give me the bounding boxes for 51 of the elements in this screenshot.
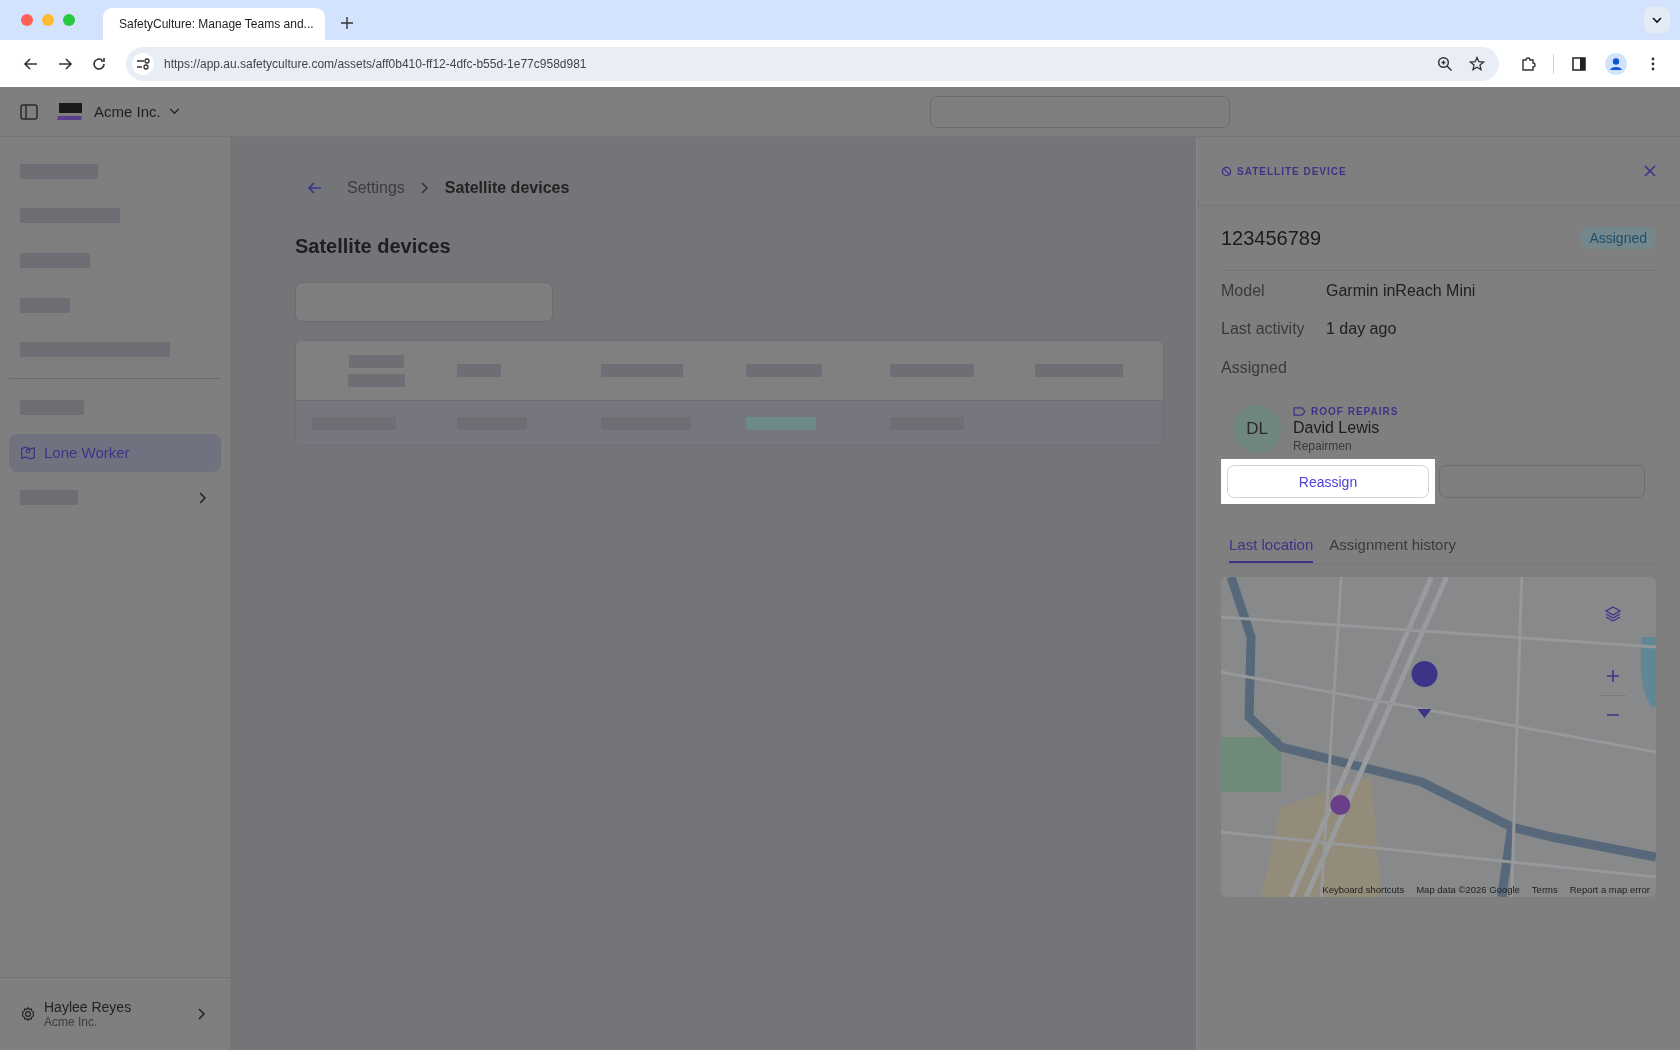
close-icon[interactable]	[1644, 165, 1656, 177]
logo-icon	[56, 100, 84, 123]
maximize-window-dot[interactable]	[63, 14, 75, 26]
zoom-in-icon[interactable]	[1606, 668, 1620, 683]
profile-icon[interactable]	[1605, 52, 1627, 75]
page-title: Satellite devices	[295, 235, 452, 258]
side-panel-icon[interactable]	[1571, 55, 1587, 72]
caret-icon	[168, 108, 180, 115]
address-bar[interactable]: https://app.au.safetyculture.com/assets/aff0b410-ff12-4dfc-b55d-1e77c958d981	[126, 46, 1499, 81]
site-settings-icon[interactable]	[132, 52, 154, 75]
reload-icon[interactable]	[91, 55, 107, 72]
map-footer-link[interactable]: Terms	[1531, 884, 1558, 895]
minimize-window-dot[interactable]	[42, 14, 54, 26]
assignee-name: David Lewis	[1293, 418, 1381, 437]
extensions-icon[interactable]	[1520, 55, 1536, 72]
tab[interactable]: Assignment history	[1329, 536, 1456, 563]
status-badge: Assigned	[1580, 227, 1656, 249]
user-menu[interactable]: Haylee Reyes Acme Inc.	[0, 977, 230, 1050]
browser-tab[interactable]: SafetyCulture: Manage Teams and...	[103, 8, 325, 40]
breadcrumb-link[interactable]: Settings	[347, 179, 405, 197]
tab-search-icon[interactable]	[1644, 7, 1670, 33]
panel-kicker: SATELLITE DEVICE	[1221, 165, 1347, 177]
sidebar-toggle-icon[interactable]	[20, 103, 38, 120]
forward-icon[interactable]	[57, 55, 73, 72]
field-label: Last activity	[1221, 320, 1306, 338]
close-window-dot[interactable]	[21, 14, 33, 26]
map-pin-icon	[20, 444, 36, 461]
map-footer-link[interactable]: Report a map error	[1569, 884, 1650, 895]
field-value: Garmin inReach Mini	[1326, 282, 1476, 300]
back-icon[interactable]	[23, 55, 39, 72]
new-tab-icon[interactable]	[341, 17, 353, 29]
device-id: 123456789	[1221, 226, 1322, 250]
group-label: ROOF REPAIRS	[1293, 405, 1399, 417]
chevron-right-icon	[420, 182, 429, 194]
avatar: DL	[1233, 405, 1281, 453]
layers-icon	[1603, 604, 1623, 624]
chevron-right-icon	[198, 1008, 206, 1020]
field-label: Model	[1221, 282, 1266, 300]
chevron-right-icon[interactable]	[199, 491, 207, 504]
tag-icon	[1293, 406, 1306, 416]
settings-icon	[20, 1006, 36, 1022]
assignee-role: Repairmen	[1293, 438, 1353, 453]
star-icon[interactable]	[1469, 55, 1485, 72]
map-footer-link[interactable]: Map data ©2026 Google	[1416, 884, 1520, 895]
map-footer-link[interactable]: Keyboard shortcuts	[1322, 884, 1405, 895]
section-heading: Assigned	[1221, 359, 1288, 377]
tab[interactable]: Last location	[1229, 536, 1314, 563]
field-value: 1 day ago	[1326, 320, 1397, 338]
reassign-button[interactable]: Reassign	[1227, 465, 1429, 498]
zoom-icon[interactable]	[1437, 55, 1453, 72]
organization-switcher[interactable]: Acme Inc.	[94, 103, 180, 120]
